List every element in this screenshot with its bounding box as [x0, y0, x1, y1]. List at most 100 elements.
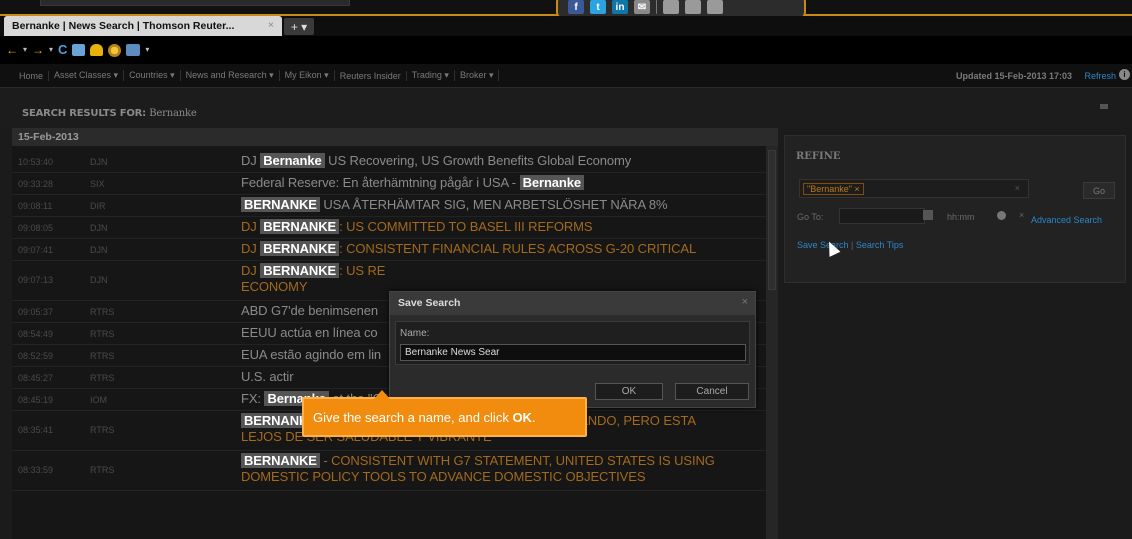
result-source: DJN	[90, 275, 108, 285]
back-arrow-icon[interactable]: ←	[6, 43, 18, 57]
dialog-close-icon[interactable]: ×	[742, 296, 748, 308]
result-time: 08:45:19	[18, 395, 54, 405]
result-source: RTRS	[90, 351, 115, 361]
headline-text: USA ÅTERHÄMTAR SIG, MEN ARBETSLÖSHET NÄR…	[319, 197, 668, 212]
callout-arrow	[374, 390, 390, 399]
refine-search-box[interactable]: "Bernanke" × ×	[799, 179, 1029, 198]
result-headline[interactable]: DJ BERNANKE: US RE ECONOMY	[241, 263, 385, 295]
nav-news-research[interactable]: News and Research ▾	[181, 70, 280, 81]
result-source: DIR	[90, 201, 106, 211]
result-row[interactable]: 10:53:40 DJN DJ Bernanke US Recovering, US…	[12, 151, 766, 173]
result-time: 08:45:27	[18, 373, 54, 383]
refresh-icon[interactable]: C	[58, 43, 67, 57]
close-tab-icon[interactable]: ×	[268, 19, 274, 31]
result-row[interactable]: 09:08:11 DIR BERNANKE USA ÅTERHÄMTAR SIG, …	[12, 195, 766, 217]
save-search-link[interactable]: Save Search	[797, 240, 849, 250]
result-time: 08:35:41	[18, 425, 54, 435]
url-bar[interactable]	[40, 0, 350, 6]
new-tab-button[interactable]: + ▾	[284, 18, 314, 35]
collapse-icon[interactable]	[1100, 104, 1108, 109]
headline-text: EUA estão agindo em lin	[241, 347, 382, 362]
result-headline[interactable]: DJ Bernanke US Recovering, US Growth Ben…	[241, 153, 631, 169]
facebook-icon[interactable]: f	[568, 0, 584, 14]
comment-icon[interactable]	[685, 0, 701, 14]
result-row[interactable]: 09:33:28 SIX Federal Reserve: En återhämtn…	[12, 173, 766, 195]
advanced-search-link[interactable]: Advanced Search	[1031, 215, 1102, 225]
tab-bar: Bernanke | News Search | Thomson Reuter.…	[0, 16, 1132, 36]
result-headline[interactable]: U.S. actir	[241, 369, 294, 385]
ok-button[interactable]: OK	[595, 383, 663, 400]
headline-text: : CONSISTENT FINANCIAL RULES ACROSS G-20…	[339, 241, 697, 256]
result-headline[interactable]: BERNANKE - CONSISTENT WITH G7 STATEMENT,…	[241, 453, 715, 485]
date-group-label: 15-Feb-2013	[18, 131, 79, 143]
browser-tab[interactable]: Bernanke | News Search | Thomson Reuter.…	[4, 16, 282, 36]
result-source: DJN	[90, 157, 108, 167]
contacts-icon[interactable]	[90, 44, 104, 56]
time-placeholder[interactable]: hh:mm	[947, 212, 975, 222]
app-root: f t in ✉ Bernanke | News Search | Thomso…	[0, 0, 1132, 539]
chat-icon[interactable]	[707, 0, 723, 14]
result-time: 08:52:59	[18, 351, 54, 361]
result-headline[interactable]: DJ BERNANKE: CONSISTENT FINANCIAL RULES …	[241, 241, 696, 257]
result-source: RTRS	[90, 329, 115, 339]
cancel-button[interactable]: Cancel	[675, 383, 749, 400]
result-source: SIX	[90, 179, 105, 189]
forward-dropdown-icon[interactable]: ▾	[49, 43, 53, 57]
nav-my-eikon[interactable]: My Eikon ▾	[280, 70, 335, 81]
print-icon[interactable]	[72, 44, 86, 56]
clock-icon[interactable]	[997, 211, 1006, 220]
nav-broker[interactable]: Broker ▾	[455, 70, 500, 81]
headline-text: : US RE	[339, 263, 386, 278]
back-dropdown-icon[interactable]: ▾	[23, 43, 27, 57]
result-source: DJN	[90, 223, 108, 233]
search-term-tag[interactable]: "Bernanke" ×	[803, 183, 864, 195]
share-icon[interactable]	[663, 0, 679, 14]
search-tips-link[interactable]: Search Tips	[856, 240, 904, 250]
result-time: 09:33:28	[18, 179, 54, 189]
nav-reuters-insider[interactable]: Reuters Insider	[335, 70, 407, 81]
clear-search-icon[interactable]: ×	[1015, 183, 1020, 193]
instruction-callout: Give the search a name, and click OK.	[302, 390, 587, 437]
goto-date-input[interactable]	[839, 208, 925, 224]
computer-dropdown-icon[interactable]: ▾	[145, 43, 149, 57]
result-headline[interactable]: DJ BERNANKE: US COMMITTED TO BASEL III R…	[241, 219, 593, 235]
result-headline[interactable]: ABD G7'de benimsenen	[241, 303, 378, 319]
clear-time-icon[interactable]: ×	[1019, 210, 1024, 220]
search-name-input[interactable]: Bernanke News Sear	[400, 344, 746, 361]
highlighted-term: BERNANKE	[260, 263, 340, 278]
forward-arrow-icon[interactable]: →	[32, 43, 44, 57]
nav-home[interactable]: Home	[14, 70, 50, 81]
result-headline[interactable]: BERNANKE USA ÅTERHÄMTAR SIG, MEN ARBETSL…	[241, 197, 668, 213]
go-button[interactable]: Go	[1083, 182, 1115, 199]
headline-text-line2: DOMESTIC POLICY TOOLS TO ADVANCE DOMESTI…	[241, 469, 646, 484]
callout-text-end: .	[531, 410, 536, 425]
computer-icon[interactable]	[126, 44, 141, 56]
result-row[interactable]: 08:33:59 RTRS BERNANKE - CONSISTENT WITH G…	[12, 451, 766, 491]
customize-icon[interactable]	[108, 43, 122, 57]
scrollbar-thumb[interactable]	[768, 150, 776, 290]
refresh-link[interactable]: Refresh	[1084, 71, 1116, 81]
refine-links: Save Search | Search Tips	[797, 240, 903, 250]
result-time: 09:07:13	[18, 275, 54, 285]
result-row[interactable]: 09:07:41 DJN DJ BERNANKE: CONSISTENT FINAN…	[12, 239, 766, 261]
result-time: 08:33:59	[18, 465, 54, 475]
results-scrollbar[interactable]	[766, 146, 778, 539]
save-search-dialog: Save Search × Name: Bernanke News Sear O…	[389, 291, 756, 408]
result-row[interactable]: 09:08:05 DJN DJ BERNANKE: US COMMITTED TO …	[12, 217, 766, 239]
result-headline[interactable]: EEUU actúa en línea co	[241, 325, 378, 341]
twitter-icon[interactable]: t	[590, 0, 606, 14]
result-source: RTRS	[90, 373, 115, 383]
nav-countries[interactable]: Countries ▾	[124, 70, 181, 81]
nav-trading[interactable]: Trading ▾	[407, 70, 455, 81]
nav-asset-classes[interactable]: Asset Classes ▾	[49, 70, 125, 81]
result-headline[interactable]: Federal Reserve: En återhämtning pågår i…	[241, 175, 585, 191]
main-nav: Home Asset Classes ▾ Countries ▾ News an…	[0, 64, 1132, 88]
headline-text: U.S. actir	[241, 369, 294, 384]
info-icon[interactable]: i	[1119, 69, 1130, 80]
calendar-icon[interactable]	[923, 210, 933, 220]
headline-text: DJ	[241, 263, 261, 278]
linkedin-icon[interactable]: in	[612, 0, 628, 14]
divider	[656, 0, 657, 14]
email-icon[interactable]: ✉	[634, 0, 650, 14]
result-headline[interactable]: EUA estão agindo em lin	[241, 347, 381, 363]
